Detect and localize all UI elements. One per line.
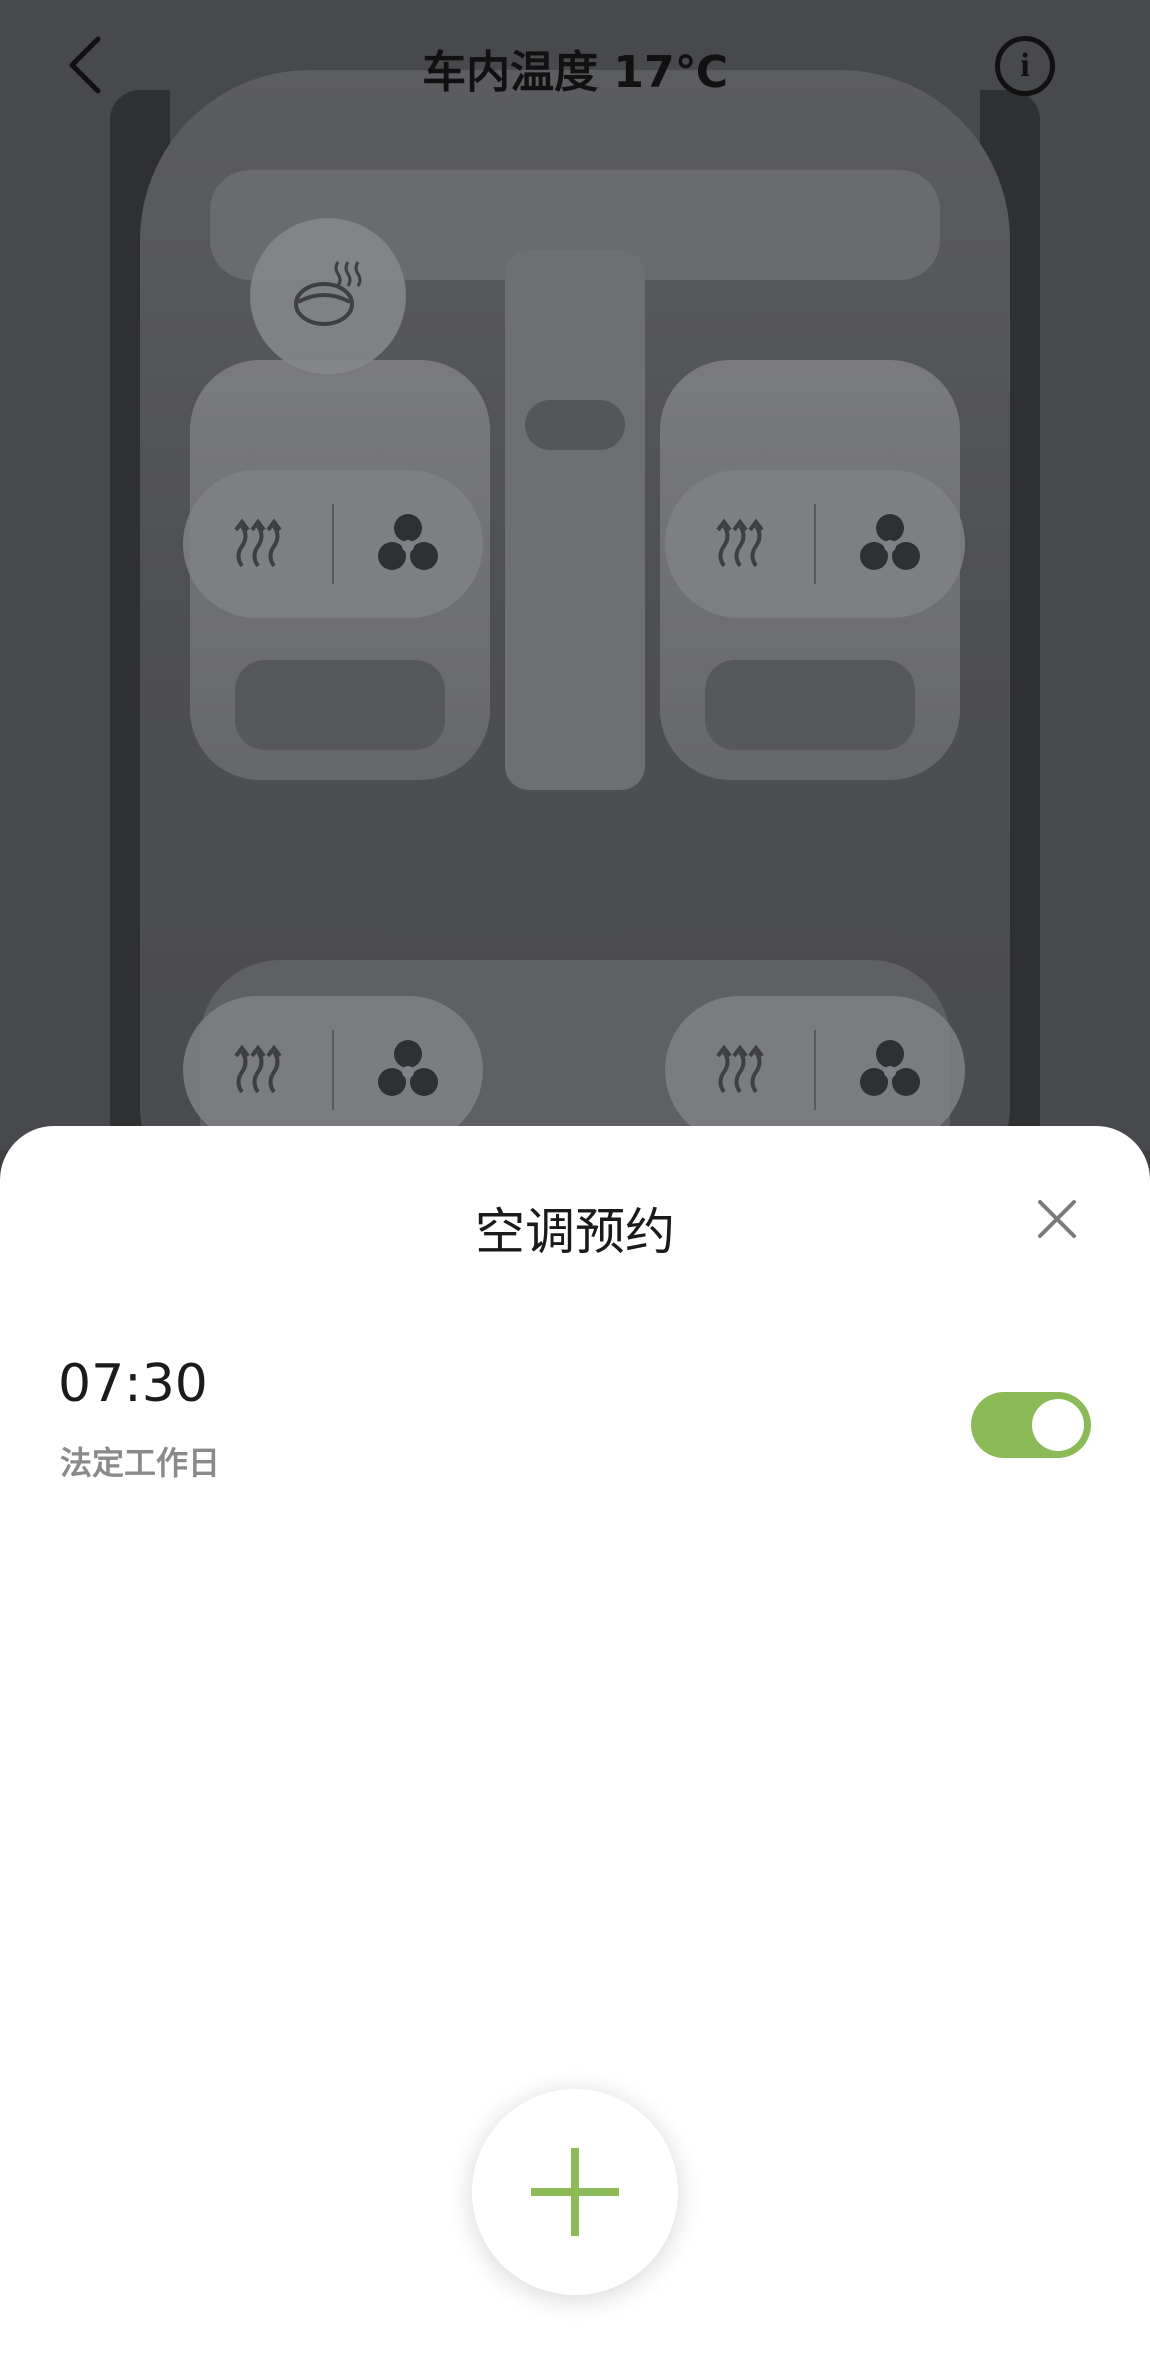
steering-wheel-heat-button[interactable] [250,218,406,374]
info-button[interactable]: i [995,36,1055,96]
front-right-seat-heat-button[interactable] [665,470,815,618]
close-icon [1038,1200,1076,1238]
front-right-seat-controls [665,470,965,618]
fan-icon [860,514,920,570]
car-interior-view [0,0,1150,1150]
center-console [505,250,645,790]
ac-schedule-sheet: 空调预约 07:30 法定工作日 [0,1126,1150,2373]
sheet-title: 空调预约 [475,1203,675,1261]
schedule-time: 07:30 [58,1354,208,1414]
toggle-knob [1032,1399,1084,1451]
top-bar: 车内温度 17℃ i [0,0,1150,130]
schedule-repeat-days: 法定工作日 [60,1444,221,1482]
close-button[interactable] [1030,1192,1084,1246]
plus-icon [531,2148,619,2236]
seat-heat-icon [234,1044,282,1094]
schedule-enable-toggle[interactable] [971,1392,1091,1458]
seat-heat-icon [234,518,282,568]
seat-heat-icon [716,1044,764,1094]
front-left-seat-heat-button[interactable] [183,470,333,618]
page-title: 车内温度 17℃ [422,47,728,98]
front-left-seat-vent-button[interactable] [333,470,483,618]
fan-icon [378,1040,438,1096]
rear-right-seat-heat-button[interactable] [665,996,815,1144]
front-left-seat-controls [183,470,483,618]
rear-left-seat-heat-button[interactable] [183,996,333,1144]
fan-icon [860,1040,920,1096]
add-schedule-button[interactable] [472,2089,678,2295]
rear-right-seat-vent-button[interactable] [815,996,965,1144]
rear-left-seat-controls [183,996,483,1144]
seat-heat-icon [716,518,764,568]
info-icon: i [1020,47,1030,84]
front-right-seat-vent-button[interactable] [815,470,965,618]
steering-wheel-heat-icon [294,261,362,326]
rear-right-seat-controls [665,996,965,1144]
fan-icon [378,514,438,570]
rear-left-seat-vent-button[interactable] [333,996,483,1144]
